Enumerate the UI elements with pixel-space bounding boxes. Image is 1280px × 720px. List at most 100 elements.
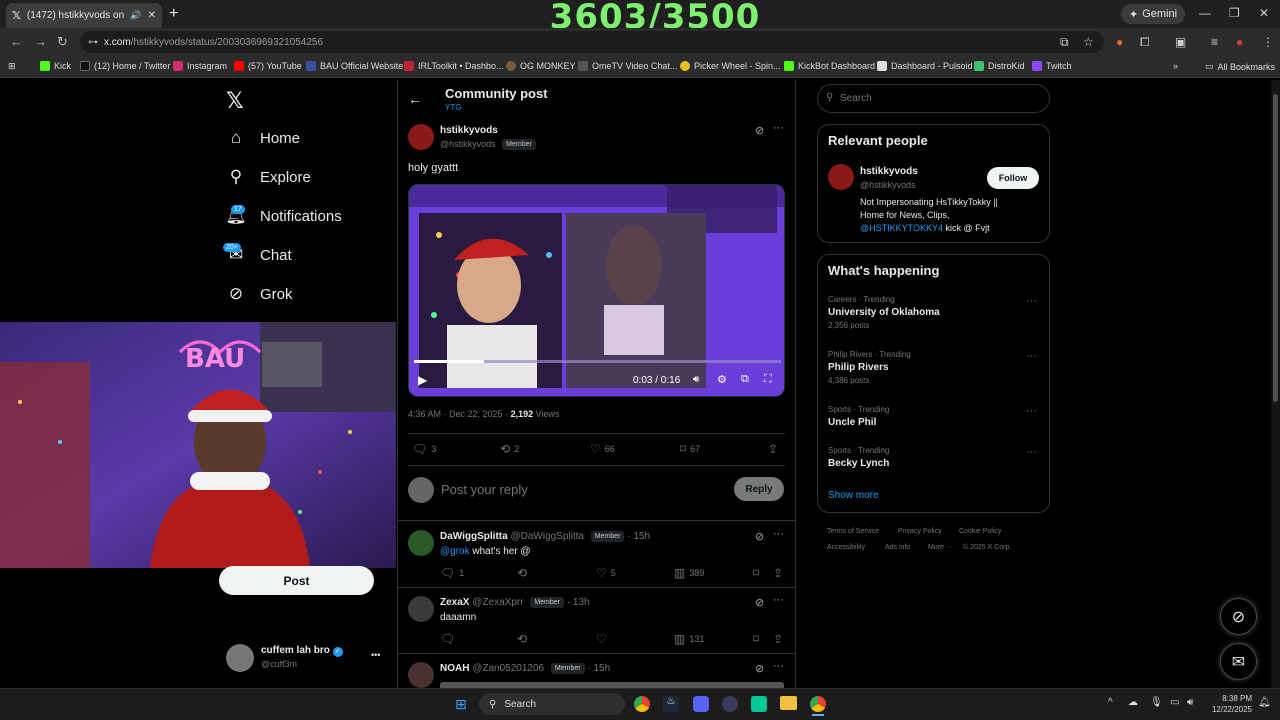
close-window-icon[interactable]: ✕ bbox=[1259, 6, 1269, 20]
windows-start-icon[interactable]: ⊞ bbox=[455, 696, 467, 713]
folder-icon[interactable] bbox=[780, 696, 797, 710]
more-icon[interactable]: ··· bbox=[1026, 446, 1037, 458]
post-timestamp[interactable]: 4:36 AM · Dec 22, 2025 · bbox=[408, 409, 511, 419]
reply-author[interactable]: NOAH bbox=[440, 663, 469, 674]
nav-grok[interactable]: ⊘ Grok bbox=[226, 284, 293, 304]
bookmark-item[interactable]: (57) YouTube bbox=[234, 61, 302, 71]
notification-bell-icon[interactable]: 🔔︎ bbox=[1258, 697, 1271, 708]
trend-item[interactable]: Sports · Trending Uncle Phil bbox=[828, 405, 889, 428]
reply-handle[interactable]: @DaWiggSplitta bbox=[510, 531, 584, 542]
reply-handle[interactable]: @ZexaXprr bbox=[472, 597, 523, 608]
volume-icon[interactable]: 🔊︎ bbox=[1187, 697, 1193, 708]
trend-item[interactable]: Sports · Trending Becky Lynch bbox=[828, 446, 889, 469]
reload-icon[interactable]: ↻ bbox=[57, 34, 68, 50]
account-switcher[interactable]: cuffem lah bro ✓ @cuff3m ••• bbox=[226, 644, 386, 676]
footer-link[interactable]: Cookie Policy bbox=[959, 528, 1001, 535]
show-more-link[interactable]: Show more bbox=[828, 490, 879, 501]
repost-action[interactable]: ⟲ bbox=[517, 632, 527, 646]
like-action[interactable]: ♡ bbox=[596, 632, 607, 646]
person-name[interactable]: hstikkyvods bbox=[860, 166, 918, 177]
display-icon[interactable]: ▭ bbox=[1170, 697, 1179, 708]
browser-tab[interactable]: 𝕏 (1472) hstikkyvods on X: "ho 🔊 ✕ bbox=[6, 3, 162, 28]
bookmark-item[interactable]: OG MONKEY bbox=[506, 61, 576, 71]
play-icon[interactable]: ▶ bbox=[418, 373, 427, 387]
speaker-icon[interactable]: 🔊 bbox=[130, 10, 141, 21]
steam-icon[interactable]: ♨ bbox=[663, 696, 679, 712]
footer-link[interactable]: More ··· bbox=[928, 544, 953, 551]
reply-time[interactable]: 15h bbox=[593, 663, 610, 674]
bookmark-item[interactable]: BAU Official Website bbox=[306, 61, 403, 71]
fullscreen-icon[interactable]: ⛶ bbox=[764, 373, 772, 386]
bookmark-item[interactable]: Picker Wheel - Spin... bbox=[680, 61, 781, 71]
person-avatar[interactable] bbox=[828, 164, 854, 190]
video-player[interactable]: ▶ 0:03 / 0:16 🔊︎ ⚙ ⧉ ⛶ bbox=[408, 184, 785, 397]
bookmarks-overflow-icon[interactable]: » bbox=[1173, 61, 1178, 71]
reply-author[interactable]: DaWiggSplitta bbox=[440, 531, 508, 542]
close-tab-icon[interactable]: ✕ bbox=[148, 10, 156, 21]
discord-icon[interactable] bbox=[693, 696, 709, 712]
grok-action-icon[interactable]: ⊘ bbox=[755, 530, 764, 543]
extension-icon[interactable]: ● bbox=[1116, 35, 1123, 49]
scrollbar-thumb[interactable] bbox=[1273, 94, 1278, 402]
like-action[interactable]: ♡ 66 bbox=[590, 442, 615, 456]
app-icon[interactable] bbox=[751, 696, 767, 712]
site-info-icon[interactable]: ⊶ bbox=[88, 37, 98, 48]
url-bar[interactable]: ⊶ x.com/hstikkyvods/status/2003036969321… bbox=[80, 31, 1104, 53]
reply-action[interactable]: 🗨︎ 1 bbox=[440, 566, 464, 580]
bookmark-item[interactable]: DistroKid bbox=[974, 61, 1025, 71]
bio-mention-link[interactable]: @HSTIKKYTOKKY4 bbox=[860, 223, 943, 233]
messages-fab-icon[interactable]: ✉ bbox=[1220, 643, 1257, 680]
restore-icon[interactable]: ❐ bbox=[1229, 6, 1240, 20]
pip-icon[interactable]: ⧉ bbox=[741, 373, 749, 386]
reply-action[interactable]: 🗨︎ 3 bbox=[412, 442, 436, 456]
gemini-button[interactable]: ✦ Gemini bbox=[1121, 4, 1186, 24]
more-icon[interactable]: ··· bbox=[773, 122, 784, 134]
author-handle[interactable]: @hstikkyvods bbox=[440, 139, 496, 149]
minimize-icon[interactable]: — bbox=[1199, 6, 1211, 20]
repost-action[interactable]: ⟲ 2 bbox=[500, 442, 519, 456]
cast-icon[interactable]: ⧉ bbox=[1060, 35, 1069, 50]
x-home-logo-icon[interactable]: 𝕏 bbox=[226, 88, 244, 114]
bookmark-item[interactable]: IRLToolkit • Dashbo... bbox=[404, 61, 504, 71]
taskbar-search[interactable]: ⚲ Search bbox=[479, 693, 625, 715]
reply-action[interactable]: 🗨︎ bbox=[440, 632, 455, 646]
views-action[interactable]: ▥ 389 bbox=[674, 566, 704, 580]
menu-kebab-icon[interactable]: ⋮ bbox=[1262, 35, 1274, 49]
grok-fab-icon[interactable]: ⊘ bbox=[1220, 598, 1257, 635]
bookmark-item[interactable]: Dashboard - Pulsoid bbox=[877, 61, 973, 71]
avatar[interactable] bbox=[408, 596, 434, 622]
reply-time[interactable]: 15h bbox=[633, 531, 650, 542]
sidepanel-icon[interactable]: ▣ bbox=[1175, 35, 1186, 49]
reply-input[interactable]: Post your reply bbox=[441, 482, 528, 497]
bookmark-item[interactable]: (12) Home / Twitter bbox=[80, 61, 170, 71]
reply-button[interactable]: Reply bbox=[734, 477, 784, 501]
like-action[interactable]: ♡ 5 bbox=[596, 566, 616, 580]
volume-icon[interactable]: 🔊︎ bbox=[693, 374, 699, 385]
grok-action-icon[interactable]: ⊘ bbox=[755, 124, 764, 137]
search-input[interactable]: ⚲ Search bbox=[817, 84, 1050, 113]
obs-icon[interactable] bbox=[722, 696, 738, 712]
views-action[interactable]: ▥ 131 bbox=[674, 632, 704, 646]
reply-handle[interactable]: @Zan05201206 bbox=[472, 663, 544, 674]
more-icon[interactable]: ••• bbox=[371, 650, 380, 660]
share-action[interactable]: ⇪ bbox=[773, 632, 783, 646]
community-link[interactable]: YTG bbox=[445, 103, 461, 112]
grok-action-icon[interactable]: ⊘ bbox=[755, 662, 764, 675]
bookmark-item[interactable]: OmeTV Video Chat... bbox=[578, 61, 677, 71]
forward-icon[interactable]: → bbox=[34, 34, 47, 49]
back-arrow-icon[interactable]: ← bbox=[408, 91, 422, 107]
grok-action-icon[interactable]: ⊘ bbox=[755, 596, 764, 609]
bookmark-action[interactable]: ⌑ bbox=[753, 632, 759, 646]
share-action[interactable]: ⇪ bbox=[768, 442, 778, 456]
share-action[interactable]: ⇪ bbox=[773, 566, 783, 580]
tab-search-icon[interactable]: ≡ bbox=[1211, 35, 1218, 49]
repost-action[interactable]: ⟲ bbox=[517, 566, 527, 580]
follow-button[interactable]: Follow bbox=[987, 167, 1039, 189]
nav-explore[interactable]: ⚲ Explore bbox=[226, 167, 311, 187]
nav-home[interactable]: ⌂ Home bbox=[226, 128, 300, 148]
footer-link[interactable]: Accessibility bbox=[827, 544, 865, 551]
settings-gear-icon[interactable]: ⚙ bbox=[717, 373, 727, 386]
chrome-active-icon[interactable] bbox=[810, 696, 826, 712]
trend-item[interactable]: Careers · Trending University of Oklahom… bbox=[828, 295, 940, 330]
bookmark-item[interactable]: Twitch bbox=[1032, 61, 1072, 71]
